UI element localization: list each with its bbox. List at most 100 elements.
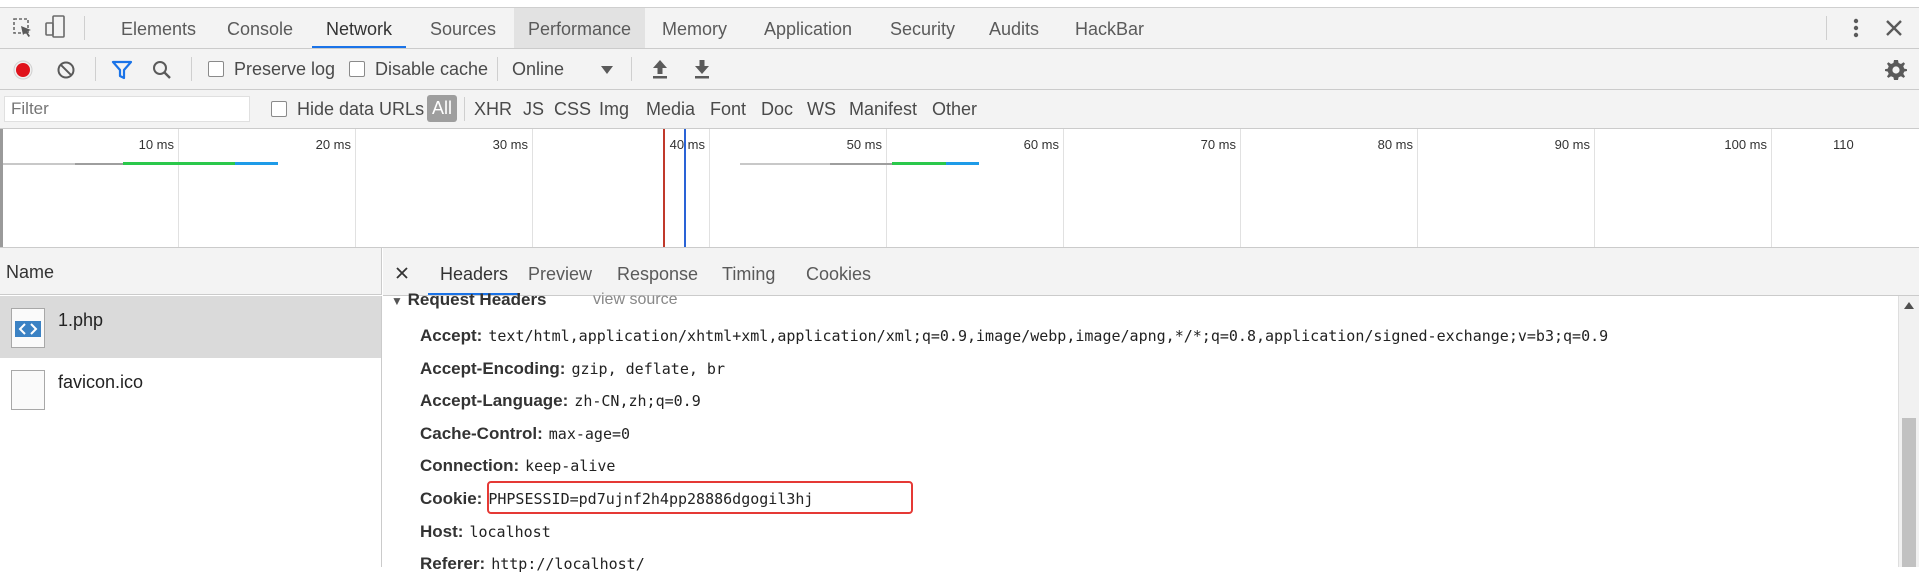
tick-label: 20 ms [315, 137, 351, 152]
header-name: Cookie: [420, 489, 483, 508]
filter-type-xhr[interactable]: XHR [474, 90, 512, 128]
header-row: Host: localhost [420, 522, 551, 542]
overview-left-handle[interactable] [0, 129, 3, 247]
device-toolbar-icon[interactable] [44, 15, 66, 39]
tab-network[interactable]: Network [312, 8, 407, 48]
preserve-log-label: Preserve log [234, 59, 336, 79]
clear-icon[interactable] [56, 60, 76, 80]
record-icon[interactable] [13, 60, 33, 80]
header-value: http://localhost/ [491, 555, 645, 573]
tick-label: 50 ms [846, 137, 882, 152]
file-icon [11, 370, 45, 410]
header-row: Referer: http://localhost/ [420, 554, 645, 574]
grid-line [1240, 129, 1241, 247]
request-row[interactable]: favicon.ico [0, 358, 381, 420]
waterfall-stalled-bar [830, 163, 892, 165]
filter-type-all[interactable]: All [427, 95, 457, 122]
filter-type-manifest[interactable]: Manifest [849, 90, 917, 128]
filter-type-css[interactable]: CSS [554, 90, 591, 128]
tab-application[interactable]: Application [750, 8, 866, 48]
filter-icon[interactable] [111, 60, 133, 80]
toolbar-divider [95, 57, 96, 81]
close-detail-icon[interactable] [396, 267, 408, 279]
close-devtools-icon[interactable] [1884, 18, 1904, 38]
header-name: Connection: [420, 456, 520, 475]
tick-label: 40 ms [669, 137, 705, 152]
tab-hackbar[interactable]: HackBar [1061, 8, 1158, 48]
header-value: gzip, deflate, br [571, 360, 725, 378]
toolbar-divider [191, 57, 192, 81]
header-row: Accept-Encoding: gzip, deflate, br [420, 359, 725, 379]
grid-line [1417, 129, 1418, 247]
tab-audits[interactable]: Audits [975, 8, 1053, 48]
inspect-element-icon[interactable] [12, 17, 34, 39]
tab-sources[interactable]: Sources [416, 8, 510, 48]
header-row: Accept: text/html,application/xhtml+xml,a… [420, 326, 1608, 346]
tick-label: 90 ms [1554, 137, 1590, 152]
settings-gear-icon[interactable] [1884, 58, 1908, 82]
tick-label: 70 ms [1200, 137, 1236, 152]
request-name: favicon.ico [58, 372, 144, 392]
filter-type-js[interactable]: JS [523, 90, 544, 128]
tab-cookies[interactable]: Cookies [794, 248, 883, 295]
request-row[interactable]: 1.php [0, 296, 381, 358]
grid-line [1063, 129, 1064, 247]
header-name: Host: [420, 522, 464, 541]
preserve-log-checkbox[interactable] [208, 61, 224, 77]
header-name: Cache-Control: [420, 424, 543, 443]
waterfall-waiting-bar [892, 162, 946, 165]
grid-line [355, 129, 356, 247]
tab-security[interactable]: Security [876, 8, 969, 48]
tab-memory[interactable]: Memory [648, 8, 741, 48]
waterfall-stalled-bar [75, 163, 123, 165]
header-value: text/html,application/xhtml+xml,applicat… [488, 327, 1609, 345]
tick-label: 100 ms [1724, 137, 1767, 152]
tab-performance[interactable]: Performance [514, 8, 646, 48]
filter-type-media[interactable]: Media [646, 90, 695, 128]
import-har-icon[interactable] [651, 58, 669, 80]
toolbar-divider [631, 57, 632, 81]
request-list: 1.php favicon.ico [0, 296, 382, 567]
tab-console[interactable]: Console [213, 8, 307, 48]
header-name: Accept-Encoding: [420, 359, 566, 378]
tab-divider [84, 16, 85, 40]
tick-label: 30 ms [492, 137, 528, 152]
tab-timing[interactable]: Timing [710, 248, 787, 295]
tab-headers[interactable]: Headers [428, 248, 521, 295]
header-name: Accept: [420, 326, 483, 345]
hide-data-urls-label: Hide data URLs [297, 99, 425, 119]
grid-line [178, 129, 179, 247]
disable-cache-checkbox[interactable] [349, 61, 365, 77]
filter-type-ws[interactable]: WS [807, 90, 836, 128]
tab-divider [1826, 16, 1827, 40]
request-headers-section[interactable]: ▼ Request Headers [391, 290, 547, 310]
search-icon[interactable] [152, 60, 172, 80]
filter-type-img[interactable]: Img [599, 90, 629, 128]
tab-elements[interactable]: Elements [107, 8, 210, 48]
timeline-overview[interactable]: 10 ms 20 ms 30 ms 40 ms 50 ms 60 ms 70 m… [0, 129, 1919, 248]
header-value: max-age=0 [548, 425, 631, 443]
grid-line [709, 129, 710, 247]
throttling-value: Online [512, 59, 565, 79]
filter-type-doc[interactable]: Doc [761, 90, 793, 128]
chevron-down-icon[interactable] [601, 66, 613, 74]
toolbar-divider [497, 57, 498, 81]
scroll-up-arrow-icon[interactable] [1904, 302, 1914, 309]
name-column-header[interactable]: Name [6, 262, 54, 283]
tab-response[interactable]: Response [605, 248, 710, 295]
waterfall-queue-bar [740, 163, 830, 165]
html-file-icon [11, 308, 45, 348]
header-value: zh-CN,zh;q=0.9 [574, 392, 701, 410]
filter-type-font[interactable]: Font [710, 90, 746, 128]
more-options-icon[interactable] [1846, 17, 1866, 39]
tab-preview[interactable]: Preview [516, 248, 604, 295]
waterfall-queue-bar [3, 163, 75, 165]
tick-label: 80 ms [1377, 137, 1413, 152]
view-source-link[interactable]: view source [593, 291, 677, 309]
filter-type-other[interactable]: Other [932, 90, 977, 128]
filter-input[interactable] [4, 96, 250, 122]
scrollbar-thumb[interactable] [1902, 418, 1916, 567]
hide-data-urls-checkbox[interactable] [271, 101, 287, 117]
export-har-icon[interactable] [693, 58, 711, 80]
tick-label: 10 ms [138, 137, 174, 152]
